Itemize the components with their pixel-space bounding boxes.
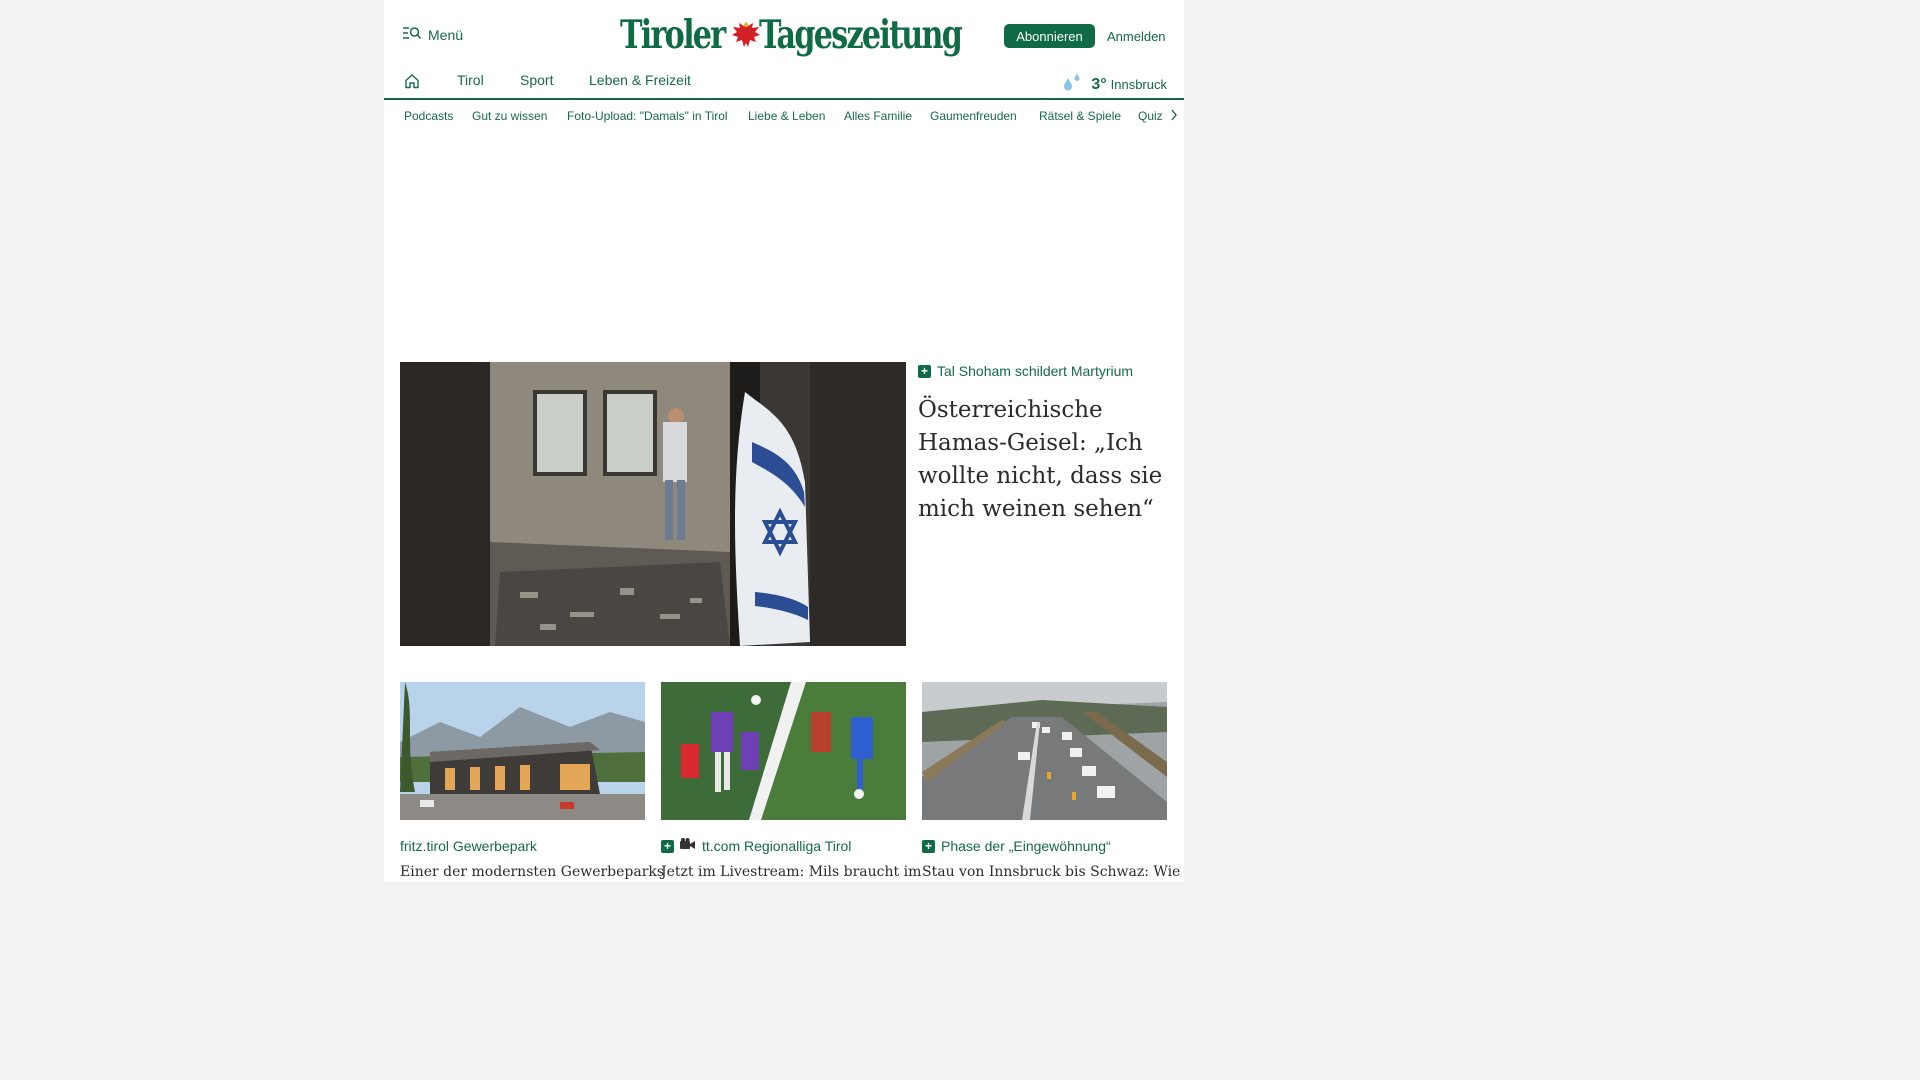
hero-image[interactable]	[400, 362, 906, 646]
premium-plus-icon: +	[918, 364, 931, 378]
nav-item-sport[interactable]: Sport	[520, 72, 553, 88]
article-kicker[interactable]: + Phase der „Eingewöhnung“	[922, 838, 1167, 854]
article-kicker[interactable]: + tt.com Regionalliga Tirol	[661, 838, 906, 854]
menu-label: Menü	[428, 26, 464, 43]
ad-placeholder	[384, 132, 1184, 342]
main-nav: Tirol Sport Leben & Freizeit 3° Innsbruc…	[384, 70, 1184, 100]
top-bar: Menü Tiroler Tageszeitung Abonnieren Anm…	[384, 0, 1184, 70]
logo-text-tiroler: Tiroler	[620, 12, 726, 58]
subnav-item-foto-upload[interactable]: Foto-Upload: "Damals" in Tirol	[567, 109, 728, 123]
article-card: fritz.tirol Gewerbepark Einer der modern…	[400, 682, 664, 880]
article-kicker-label: fritz.tirol Gewerbepark	[400, 838, 537, 854]
chevron-right-icon[interactable]	[1170, 109, 1178, 124]
rain-icon	[1061, 72, 1083, 97]
weather-widget[interactable]: 3° Innsbruck	[1061, 72, 1167, 97]
article-headline[interactable]: Einer der modernsten Gewerbeparks	[400, 864, 664, 880]
login-link[interactable]: Anmelden	[1107, 29, 1166, 44]
article-card: + Phase der „Eingewöhnung“ Stau von Inns…	[922, 682, 1180, 880]
subnav-item-liebe-leben[interactable]: Liebe & Leben	[748, 109, 825, 123]
nav-item-leben-freizeit[interactable]: Leben & Freizeit	[589, 72, 691, 88]
article-headline[interactable]: Jetzt im Livestream: Mils braucht im	[661, 864, 921, 880]
sub-nav: Podcasts Gut zu wissen Foto-Upload: "Dam…	[384, 100, 1184, 132]
article-kicker[interactable]: fritz.tirol Gewerbepark	[400, 838, 645, 854]
site-logo[interactable]: Tiroler Tageszeitung	[620, 10, 995, 60]
page: Menü Tiroler Tageszeitung Abonnieren Anm…	[384, 0, 1184, 882]
article-thumbnail[interactable]	[922, 682, 1167, 820]
subnav-item-gut-zu-wissen[interactable]: Gut zu wissen	[472, 109, 547, 123]
article-thumbnail[interactable]	[661, 682, 906, 820]
article-headline[interactable]: Stau von Innsbruck bis Schwaz: Wie	[922, 864, 1180, 880]
article-kicker-label: Phase der „Eingewöhnung“	[941, 838, 1111, 854]
nav-item-tirol[interactable]: Tirol	[457, 72, 484, 88]
article-kicker-label: tt.com Regionalliga Tirol	[702, 838, 852, 854]
hero-kicker[interactable]: + Tal Shoham schildert Martyrium	[918, 363, 1133, 379]
hero-kicker-label: Tal Shoham schildert Martyrium	[937, 363, 1134, 379]
premium-plus-icon: +	[661, 839, 674, 853]
subnav-item-raetsel-spiele[interactable]: Rätsel & Spiele	[1039, 109, 1121, 123]
article-thumbnail[interactable]	[400, 682, 645, 820]
subnav-item-quiz[interactable]: Quiz	[1138, 109, 1163, 123]
menu-button[interactable]: Menü	[402, 26, 463, 43]
subnav-item-podcasts[interactable]: Podcasts	[404, 109, 453, 123]
subnav-item-gaumenfreuden[interactable]: Gaumenfreuden	[930, 109, 1017, 123]
weather-temperature: 3°	[1091, 75, 1107, 93]
tyrolean-eagle-icon	[732, 22, 761, 47]
premium-plus-icon: +	[922, 839, 935, 853]
subscribe-button[interactable]: Abonnieren	[1004, 24, 1095, 48]
menu-search-icon	[402, 26, 422, 43]
subnav-item-alles-familie[interactable]: Alles Familie	[844, 109, 912, 123]
video-camera-icon	[680, 838, 696, 854]
hero-headline[interactable]: Österreichische Hamas-Geisel: „Ich wollt…	[918, 394, 1168, 526]
home-icon[interactable]	[404, 73, 420, 94]
article-card: + tt.com Regionalliga Tirol Jetzt im Liv…	[661, 682, 921, 880]
logo-text-tageszeitung: Tageszeitung	[759, 12, 963, 58]
weather-city: Innsbruck	[1110, 77, 1167, 92]
